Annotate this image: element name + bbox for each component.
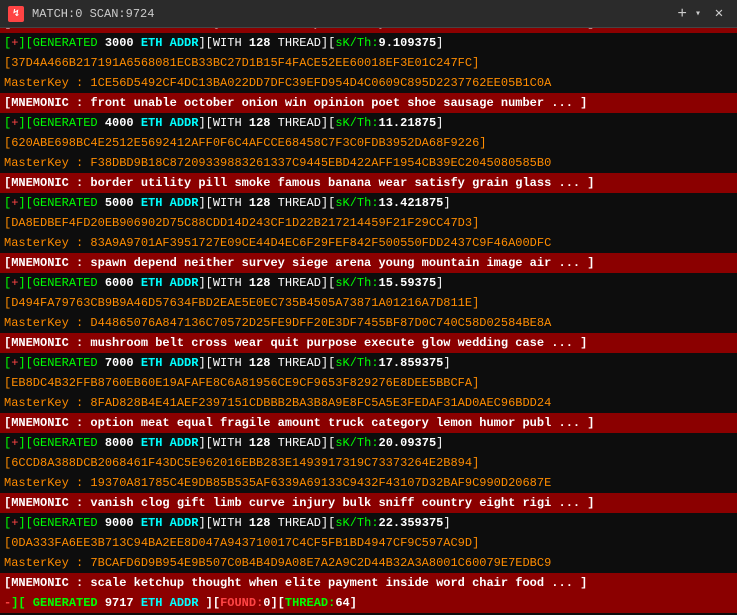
titlebar: ↯ MATCH:0 SCAN:9724 + ▾ ✕: [0, 0, 737, 28]
line-item: [+][GENERATED 8000 ETH ADDR][WITH 128 TH…: [0, 433, 737, 453]
line-item: [MNEMONIC : option meat equal fragile am…: [0, 413, 737, 433]
line-item: MasterKey : F38DBD9B18C87209339883261337…: [0, 153, 737, 173]
line-item: [MNEMONIC : spawn depend neither survey …: [0, 253, 737, 273]
line-item: [D494FA79763CB9B9A46D57634FBD2EAE5E0EC73…: [0, 293, 737, 313]
line-item: MasterKey : 7BCAFD6D9B954E9B507C0B4B4D9A…: [0, 553, 737, 573]
line-item: [620ABE698BC4E2512E5692412AFF0F6C4AFCCE6…: [0, 133, 737, 153]
line-item: [MNEMONIC : front unable october onion w…: [0, 93, 737, 113]
terminal-output: [MNEMONIC : bundle fiscal diagram video …: [0, 28, 737, 615]
line-item: [MNEMONIC : mushroom belt cross wear qui…: [0, 333, 737, 353]
line-item: [MNEMONIC : vanish clog gift limb curve …: [0, 493, 737, 513]
line-item: MasterKey : 19370A81785C4E9DB85B535AF633…: [0, 473, 737, 493]
close-button[interactable]: ✕: [709, 5, 729, 22]
line-item: [+][GENERATED 7000 ETH ADDR][WITH 128 TH…: [0, 353, 737, 373]
line-item: -][ GENERATED 9717 ETH ADDR ][FOUND:0][T…: [0, 593, 737, 613]
line-item: [DA8EDBEF4FD20EB906902D75C88CDD14D243CF1…: [0, 213, 737, 233]
titlebar-title: MATCH:0 SCAN:9724: [32, 7, 669, 21]
line-item: MasterKey : 83A9A9701AF3951727E09CE44D4E…: [0, 233, 737, 253]
line-item: MasterKey : D44865076A84713​6C70572D25FE…: [0, 313, 737, 333]
line-item: [MNEMONIC : scale ketchup thought when e…: [0, 573, 737, 593]
line-item: [+][GENERATED 4000 ETH ADDR][WITH 128 TH…: [0, 113, 737, 133]
line-item: MasterKey : 1CE56D5492CF4DC13BA022DD7DFC…: [0, 73, 737, 93]
app-icon: ↯: [8, 6, 24, 22]
line-item: [0DA333FA6EE3B713C94BA2EE8D047A943710017…: [0, 533, 737, 553]
line-item: [+][GENERATED 3000 ETH ADDR][WITH 128 TH…: [0, 33, 737, 53]
app-icon-symbol: ↯: [13, 8, 19, 20]
line-item: [+][GENERATED 9000 ETH ADDR][WITH 128 TH…: [0, 513, 737, 533]
line-item: [MNEMONIC : border utility pill smoke fa…: [0, 173, 737, 193]
line-item: [EB8DC4B32FFB8760EB60E19AFAFE8C6A81956CE…: [0, 373, 737, 393]
line-item: [+][GENERATED 6000 ETH ADDR][WITH 128 TH…: [0, 273, 737, 293]
line-item: MasterKey : 8FAD828B4E41AEF2397151CDBBB2…: [0, 393, 737, 413]
tab-dropdown-button[interactable]: ▾: [695, 8, 701, 20]
line-item: [37D4A466B217191A6568081ECB33BC27D1B15F4…: [0, 53, 737, 73]
main-window: ↯ MATCH:0 SCAN:9724 + ▾ ✕ [MNEMONIC : bu…: [0, 0, 737, 615]
line-item: [+][GENERATED 5000 ETH ADDR][WITH 128 TH…: [0, 193, 737, 213]
new-tab-button[interactable]: +: [677, 5, 687, 23]
line-item: [6CCD8A388DCB2068461F43DC5E962016EBB283E…: [0, 453, 737, 473]
